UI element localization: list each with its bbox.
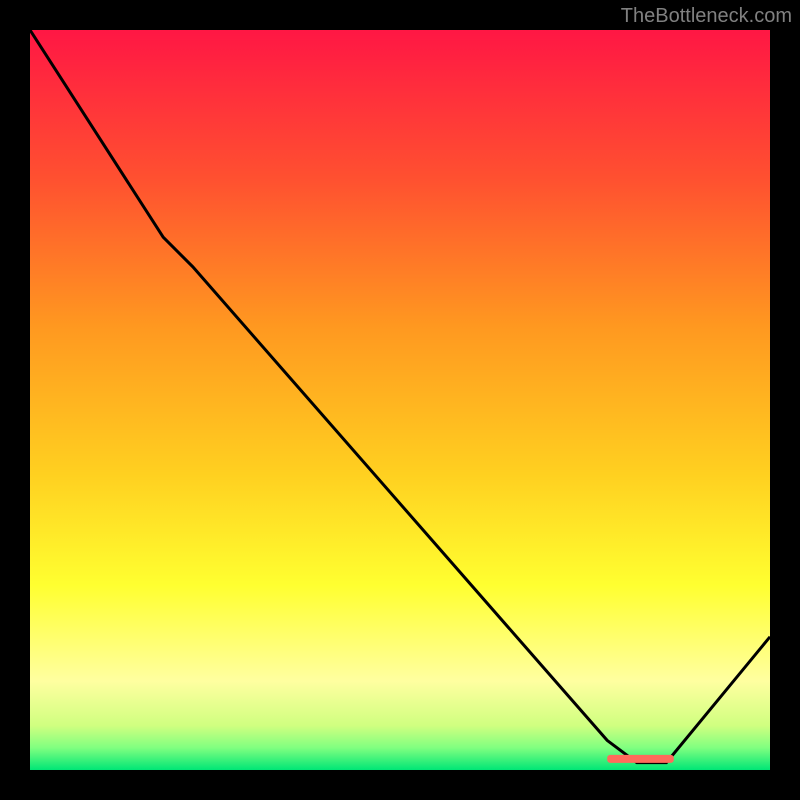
chart-svg [30,30,770,770]
plot-area [30,30,770,770]
chart-container: TheBottleneck.com [0,0,800,800]
gradient-background [30,30,770,770]
optimal-marker [607,755,674,763]
attribution-text: TheBottleneck.com [621,5,792,28]
